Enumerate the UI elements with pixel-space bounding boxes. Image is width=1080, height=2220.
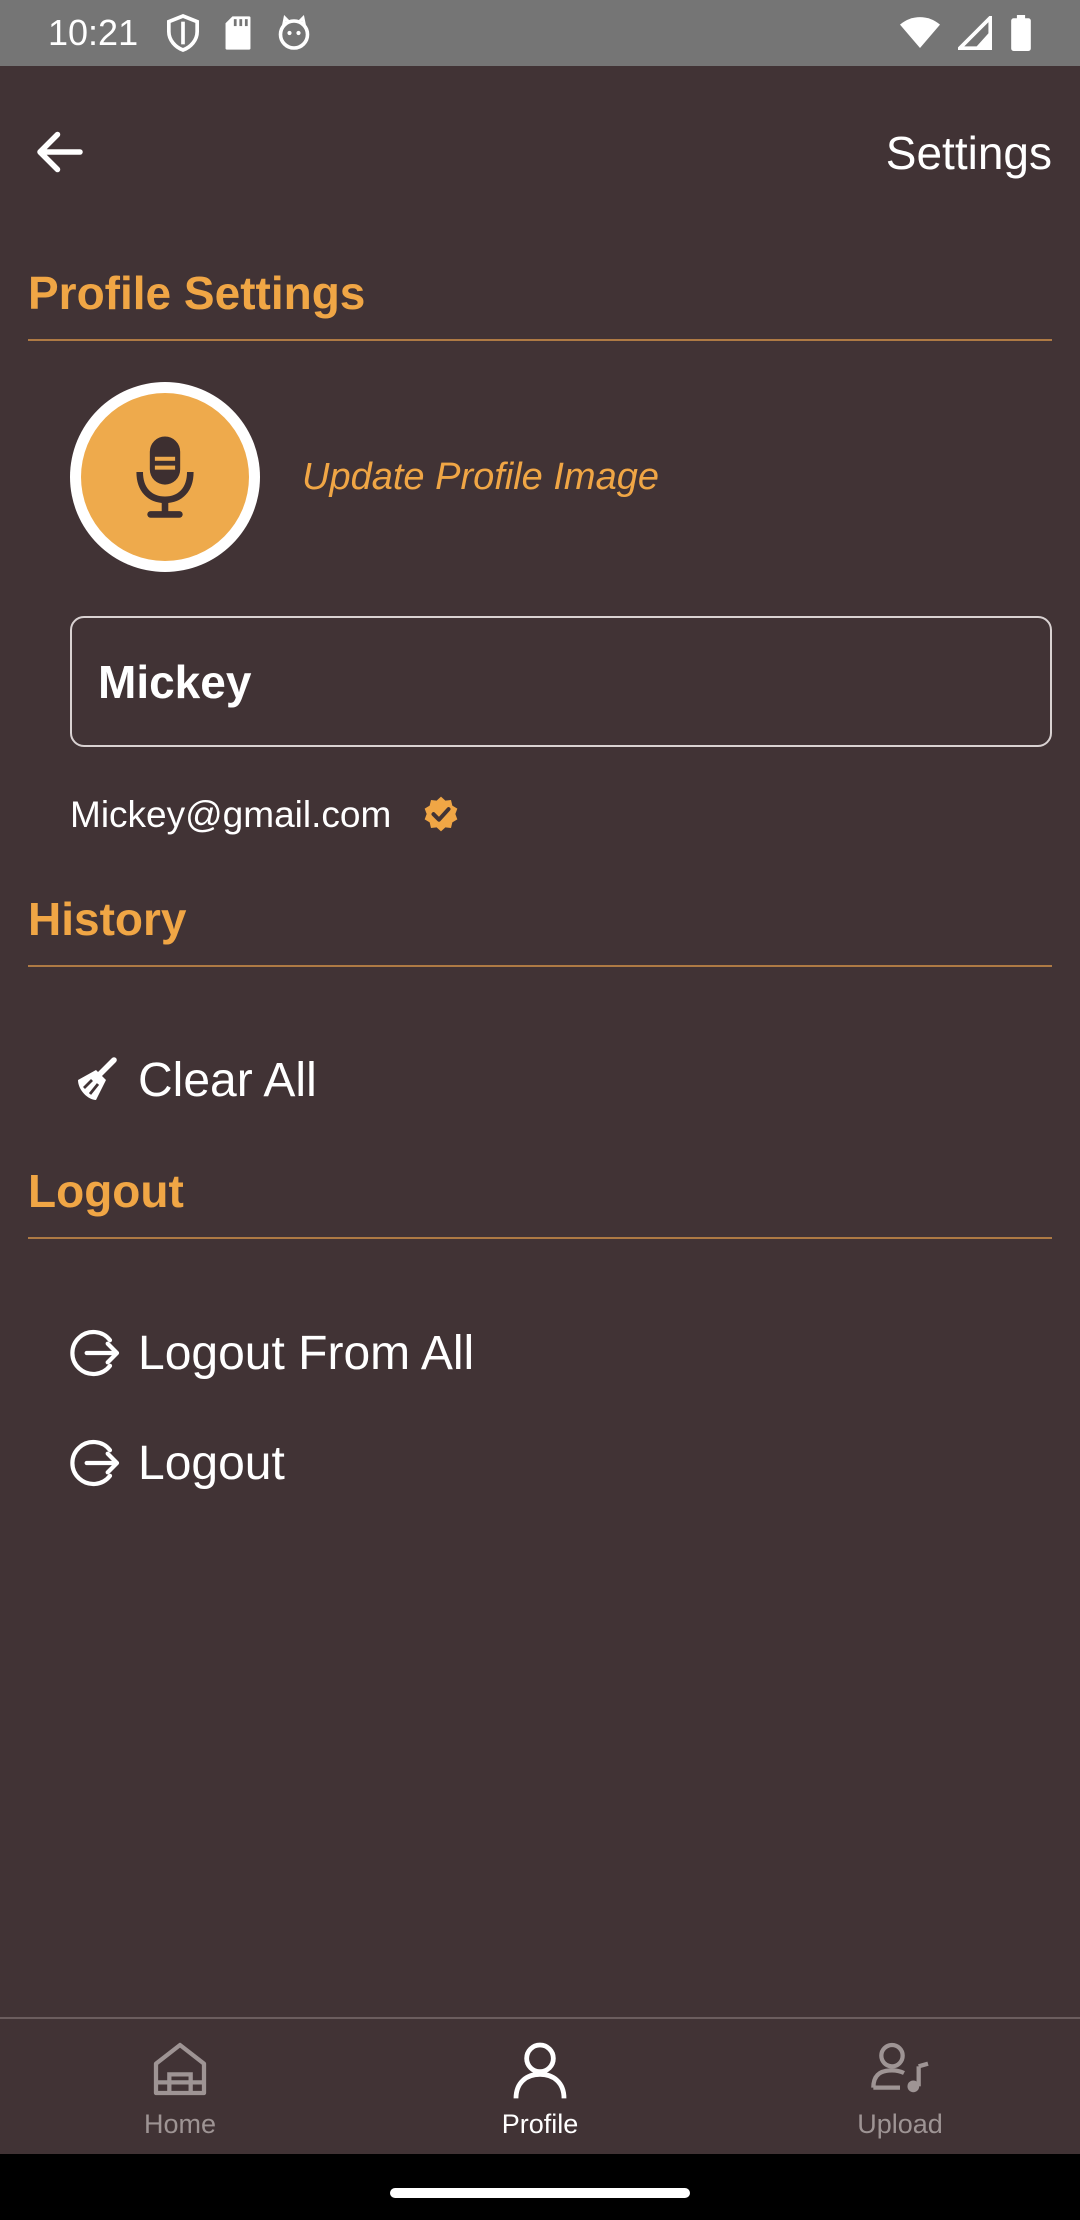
history-heading: History (28, 893, 187, 945)
update-profile-image-link[interactable]: Update Profile Image (302, 456, 659, 499)
signal-icon (958, 16, 992, 50)
nav-item-upload[interactable]: Upload (720, 2019, 1080, 2154)
person-icon (513, 2042, 567, 2099)
logout-from-all-label: Logout From All (138, 1326, 475, 1380)
email-row: Mickey@gmail.com (70, 794, 461, 836)
profile-settings-heading: Profile Settings (28, 267, 366, 319)
logout-button[interactable]: Logout (68, 1435, 285, 1491)
nav-item-home[interactable]: Home (0, 2019, 360, 2154)
nav-item-profile[interactable]: Profile (360, 2019, 720, 2154)
status-time: 10:21 (48, 12, 139, 53)
clear-all-button[interactable]: Clear All (68, 1052, 317, 1108)
logout-from-all-button[interactable]: Logout From All (68, 1325, 474, 1381)
status-bar: 10:21 (0, 0, 1080, 66)
home-icon (153, 2042, 207, 2096)
history-divider (28, 965, 1052, 967)
person-music-icon (871, 2042, 929, 2093)
home-gesture-handle[interactable] (390, 2188, 690, 2198)
logout-divider (28, 1237, 1052, 1239)
verified-badge-icon (424, 796, 458, 832)
microphone-icon (136, 436, 194, 518)
app-bar: Settings (0, 66, 1080, 246)
logout-icon (70, 1439, 120, 1487)
avatar-image (81, 393, 249, 561)
nav-label-home: Home (143, 2109, 217, 2139)
battery-icon (1011, 15, 1031, 51)
email-text: Mickey@gmail.com (70, 794, 392, 835)
logout-heading: Logout (28, 1165, 184, 1217)
profile-divider (28, 339, 1052, 341)
avatar[interactable] (70, 382, 260, 572)
logout-label: Logout (138, 1436, 285, 1490)
sd-card-icon (225, 16, 251, 50)
system-gesture-bar (0, 2154, 1080, 2220)
cat-icon (278, 15, 310, 50)
bottom-navigation: Home Profile Upload (0, 2017, 1080, 2154)
name-field[interactable]: Mickey (70, 616, 1052, 747)
nav-label-upload: Upload (857, 2109, 943, 2139)
page-title: Settings (885, 127, 1052, 179)
shield-icon (167, 14, 200, 52)
wifi-icon (900, 17, 940, 48)
clear-all-label: Clear All (138, 1053, 317, 1107)
arrow-back-icon (37, 131, 83, 173)
broom-icon (78, 1057, 117, 1100)
nav-label-profile: Profile (501, 2109, 579, 2139)
logout-icon (70, 1329, 120, 1377)
back-button[interactable] (30, 122, 90, 182)
